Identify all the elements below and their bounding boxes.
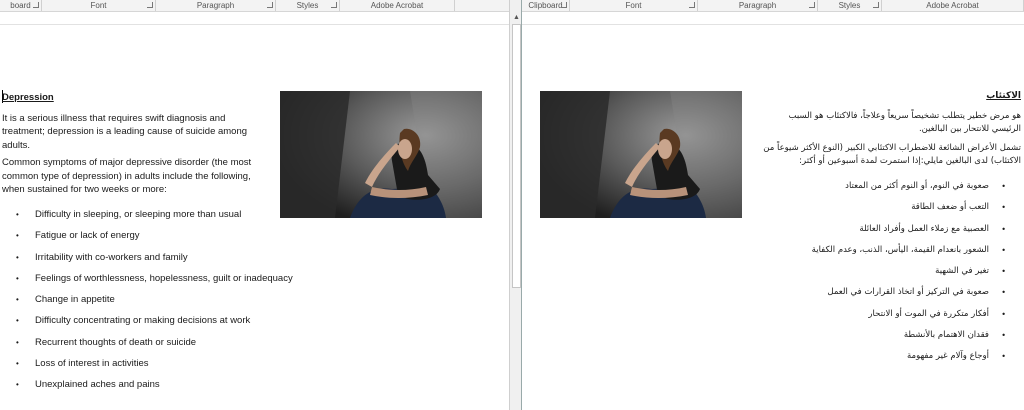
bullet-icon: • — [1001, 330, 1006, 340]
bullet-icon: • — [1001, 267, 1006, 276]
scrollbar-thumb[interactable] — [512, 24, 521, 288]
ribbon-group-label: Adobe Acrobat — [370, 1, 424, 10]
english-document-body[interactable]: Depression It is a serious illness that … — [2, 91, 264, 197]
intro-paragraph: It is a serious illness that requires sw… — [2, 112, 248, 151]
list-item: • Difficulty in sleeping, or sleeping mor… — [16, 209, 242, 220]
list-item: • أفكار متكررة في الموت أو الانتحار — [762, 308, 1006, 329]
dialog-launcher-icon[interactable] — [331, 2, 337, 8]
ribbon-group-bar: Clipboard Font Paragraph Styles Adobe Ac… — [522, 0, 1024, 12]
bullet-icon: • — [16, 337, 19, 347]
list-item: • Difficulty concentrating or making deci… — [16, 315, 251, 327]
bullet-icon: • — [1001, 352, 1006, 361]
list-item: • Change in appetite — [16, 294, 115, 305]
list-item: • Fatigue or lack of energy — [16, 230, 140, 242]
document-heading: Depression — [2, 92, 54, 103]
bullet-icon: • — [16, 252, 19, 262]
ribbon-group-label: Styles — [296, 1, 319, 10]
list-item: • Unexplained aches and pains — [16, 379, 160, 390]
photo-graphic — [280, 91, 482, 218]
ribbon-group-label: Clipboard — [528, 1, 563, 10]
list-item: • التعب أو ضعف الطاقة — [762, 201, 1006, 222]
arabic-document-pane: Clipboard Font Paragraph Styles Adobe Ac… — [522, 0, 1024, 410]
ribbon-group-label: Font — [90, 1, 107, 10]
bullet-icon: • — [16, 210, 19, 219]
list-item: • Feelings of worthlessness, hopelessness… — [16, 272, 293, 284]
ruler-band — [522, 12, 1024, 25]
list-item: • الشعور بانعدام القيمة، اليأس، الذنب، وع… — [762, 244, 1006, 265]
symptoms-list: • صعوبة في النوم، أو النوم أكثر من المعتا… — [762, 180, 1006, 371]
ribbon-group-paragraph[interactable]: Paragraph — [698, 0, 818, 11]
list-item: • صعوبة في التركيز أو اتخاذ القرارات في ا… — [762, 286, 1006, 307]
dialog-launcher-icon[interactable] — [147, 2, 153, 8]
list-item: • العصبية مع زملاء العمل وأفراد العائلة — [762, 223, 1006, 244]
scroll-up-arrow-icon[interactable]: ▲ — [513, 14, 520, 21]
ribbon-group-label: Adobe Acrobat — [926, 1, 979, 10]
list-item: • Irritability with co-workers and family — [16, 251, 188, 263]
ribbon-group-paragraph[interactable]: Paragraph — [156, 0, 276, 11]
ribbon-group-clipboard[interactable]: Clipboard — [522, 0, 570, 11]
ribbon-group-label: board — [10, 1, 31, 10]
dialog-launcher-icon[interactable] — [809, 2, 815, 8]
ribbon-group-adobe-acrobat[interactable]: Adobe Acrobat — [882, 0, 1024, 11]
bullet-icon: • — [1001, 224, 1006, 234]
bullet-icon: • — [1001, 245, 1006, 255]
bullet-icon: • — [1001, 309, 1006, 319]
vertical-scrollbar[interactable]: ▲ — [509, 0, 522, 410]
bullet-icon: • — [16, 316, 19, 326]
ribbon-group-font[interactable]: Font — [570, 0, 698, 11]
photo-graphic — [540, 91, 742, 218]
arabic-document-body[interactable]: الاكتئاب هو مرض خطير يتطلب تشخيصاً سريعا… — [762, 90, 1021, 169]
woman-sitting-photo[interactable] — [280, 91, 482, 218]
woman-sitting-photo[interactable] — [540, 91, 742, 218]
bullet-icon: • — [16, 295, 19, 304]
bullet-icon: • — [16, 380, 19, 389]
ribbon-group-label: Font — [625, 1, 642, 10]
symptoms-paragraph: Common symptoms of major depressive diso… — [2, 157, 252, 195]
intro-paragraph: هو مرض خطير يتطلب تشخيصاً سريعاً وعلاجاً… — [788, 110, 1021, 135]
bullet-icon: • — [1001, 288, 1006, 298]
list-item: • صعوبة في النوم، أو النوم أكثر من المعتا… — [762, 180, 1006, 201]
list-item: • فقدان الاهتمام بالأنشطة — [762, 329, 1006, 350]
dialog-launcher-icon[interactable] — [267, 2, 273, 8]
dialog-launcher-icon[interactable] — [561, 2, 567, 8]
ruler-band — [0, 12, 509, 25]
list-item: • Loss of interest in activities — [16, 357, 149, 369]
ribbon-group-font[interactable]: Font — [42, 0, 156, 11]
ribbon-group-styles[interactable]: Styles — [818, 0, 882, 11]
ribbon-group-adobe-acrobat[interactable]: Adobe Acrobat — [340, 0, 455, 11]
ribbon-group-label: Paragraph — [196, 1, 235, 10]
document-heading: الاكتئاب — [986, 91, 1021, 101]
bullet-icon: • — [1001, 203, 1006, 213]
list-item: • تغير في الشهية — [762, 265, 1006, 286]
bullet-icon: • — [1001, 182, 1006, 191]
list-item: • أوجاع وآلام غير مفهومة — [762, 350, 1006, 371]
ribbon-group-label: Styles — [838, 1, 861, 10]
dialog-launcher-icon[interactable] — [33, 2, 39, 8]
ribbon-group-clipboard[interactable]: board — [0, 0, 42, 11]
bullet-icon: • — [16, 358, 19, 368]
symptoms-list: • Difficulty in sleeping, or sleeping mor… — [16, 208, 316, 399]
ribbon-group-label: Paragraph — [738, 1, 777, 10]
dialog-launcher-icon[interactable] — [873, 2, 879, 8]
ribbon-group-styles[interactable]: Styles — [276, 0, 340, 11]
dialog-launcher-icon[interactable] — [689, 2, 695, 8]
list-item: • Recurrent thoughts of death or suicide — [16, 336, 197, 348]
english-document-pane: board Font Paragraph Styles Adobe Acroba… — [0, 0, 509, 410]
symptoms-paragraph: تشمل الأعراض الشائعة للاضطراب الاكتئابي … — [763, 142, 1021, 167]
ribbon-group-bar: board Font Paragraph Styles Adobe Acroba… — [0, 0, 509, 12]
bullet-icon: • — [16, 273, 19, 283]
bullet-icon: • — [16, 231, 19, 241]
